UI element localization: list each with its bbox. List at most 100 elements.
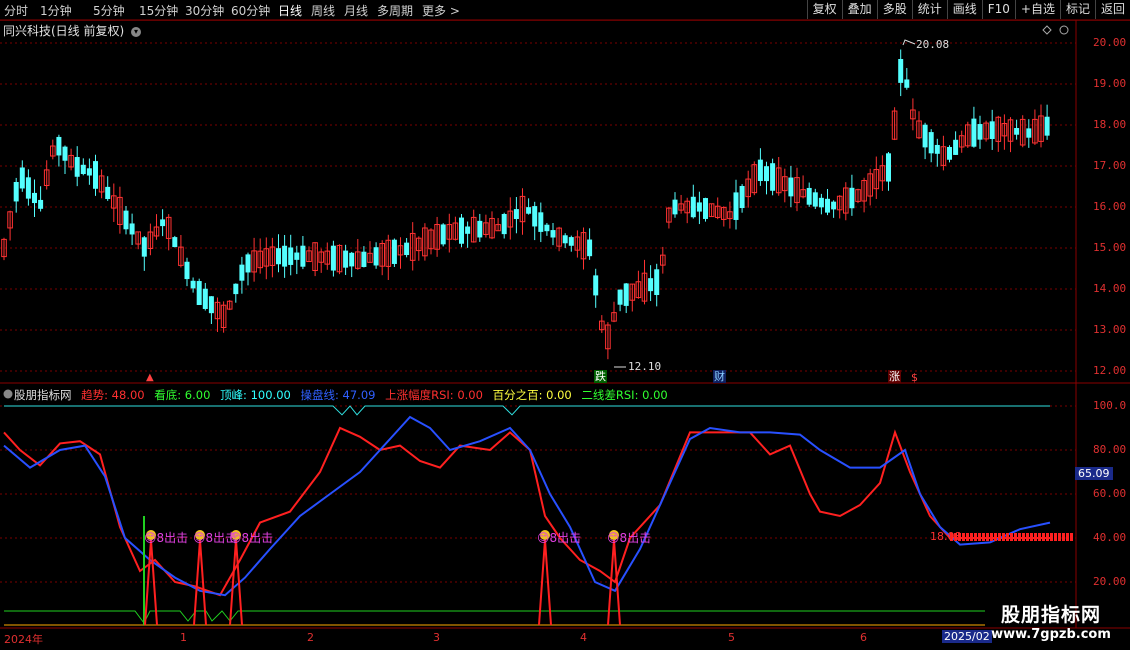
candle-body [971,118,977,147]
candle-body [440,224,446,245]
candle-body [617,289,623,305]
signal-bar [974,533,977,541]
time-label: 1 [180,631,187,644]
candle-body [239,264,245,281]
legend-top: 顶峰: 100.00 [220,388,291,402]
candle-body [526,207,532,214]
signal-bar [1070,533,1073,541]
candle-body [532,206,538,227]
candle-body [1044,116,1050,136]
candle-body [19,167,25,189]
candle-body [93,161,98,189]
candle-body [459,217,464,244]
current-value-badge: 65.09 [1075,467,1113,480]
operate-line [3,415,1051,597]
signal-label: 😊8出击 [537,531,582,545]
candle-body [32,192,37,204]
candle-body [184,261,190,280]
signal-bar [1046,533,1049,541]
signal-bar [1050,533,1053,541]
candle-body [86,168,92,176]
watermark: 股朋指标网 www.7gpzb.com [976,600,1126,642]
time-label: 2024年 [4,633,43,646]
candle-body [696,202,702,212]
candle-body [849,187,855,209]
watermark-url: www.7gpzb.com [991,627,1111,642]
candle-body [233,283,239,295]
kline-chart[interactable] [0,0,1130,650]
dollar-icon: $ [911,371,918,384]
price-tick: 12.00 [1093,364,1127,377]
signal-bar [1022,533,1025,541]
event-marker-finance[interactable]: 财 [713,370,726,383]
candle-body [202,288,208,309]
candle-body [593,275,599,296]
candle-body [733,192,739,220]
signal-bar [962,533,965,541]
candle-body [56,136,62,156]
top-line [4,405,1050,416]
signal-bar [982,533,985,541]
candle-body [25,177,31,199]
high-price-label: 20.08 [916,38,950,51]
event-marker-fall[interactable]: 跌 [594,370,607,383]
signal-bar [1018,533,1021,541]
indicator-tick: 100.0 [1093,399,1127,412]
candle-body [196,281,202,306]
candle-body [13,182,19,202]
candle-body [300,245,306,267]
candle-body [977,124,983,140]
signal-bar [1066,533,1069,541]
signal-bar [1062,533,1065,541]
candle-body [190,280,196,289]
candle-body [105,186,111,199]
signal-bar [1002,533,1005,541]
up-arrow-icon: ▲ [146,372,154,383]
candle-body [831,201,837,210]
indicator-header: 股朋指标网 趋势: 48.00 看底: 6.00 顶峰: 100.00 操盘线:… [3,387,674,403]
signal-bar [1006,533,1009,541]
candle-body [62,146,68,161]
candle-body [818,197,824,208]
candle-body [739,185,745,209]
event-marker-rise[interactable]: 涨 [888,370,901,383]
candle-body [904,79,910,88]
candle-body [812,192,818,207]
candle-body [123,210,129,230]
time-label: 2 [307,631,314,644]
candle-body [208,296,214,314]
candle-body [288,247,294,265]
price-tick: 14.00 [1093,282,1127,295]
signal-bar [1054,533,1057,541]
candle-body [788,177,794,197]
candle-body [587,239,593,257]
diamond-icon[interactable] [1042,25,1052,35]
candle-body [349,252,355,267]
candle-body [928,132,934,154]
signal-bar [1034,533,1037,541]
candle-body [703,198,708,219]
candle-body [465,226,471,234]
candle-body [898,59,904,83]
candle-body [141,237,147,257]
indicator-tick: 40.00 [1093,531,1127,544]
signal-bar [1058,533,1061,541]
candle-body [544,224,550,232]
candle-body [294,252,300,260]
signal-label: 😊8出击 [229,531,274,545]
price-tick: 20.00 [1093,36,1127,49]
candle-body [654,269,660,296]
legend-operate: 操盘线: 47.09 [300,388,376,402]
indicator-name[interactable]: 股朋指标网 [14,388,72,402]
candle-body [513,209,519,220]
time-label: 4 [580,631,587,644]
signal-bar [998,533,1001,541]
legend-bottom: 看底: 6.00 [154,388,211,402]
bottom-line [4,610,985,624]
signal-bar [1010,533,1013,541]
legend-diff-rsi: 二线差RSI: 0.00 [581,388,668,402]
candle-body [538,212,544,232]
watermark-title: 股朋指标网 [1000,604,1101,626]
candle-body [330,245,336,271]
circle-icon[interactable] [1059,25,1069,35]
